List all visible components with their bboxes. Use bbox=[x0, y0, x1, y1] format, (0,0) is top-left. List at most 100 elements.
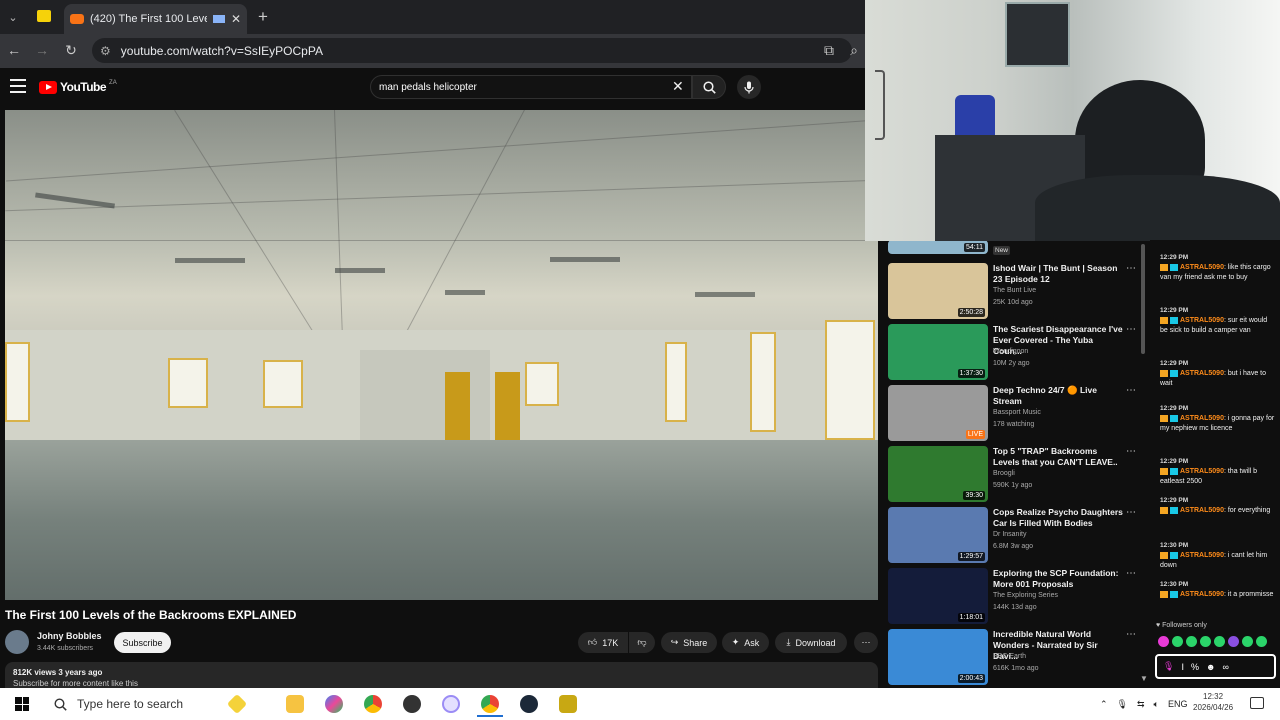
emote-icon[interactable] bbox=[1158, 636, 1169, 647]
recommendation-channel[interactable]: Wendigoon bbox=[993, 348, 1028, 355]
video-thumbnail[interactable]: 1:29:57 bbox=[888, 507, 988, 563]
recommendation-channel[interactable]: Dr Insanity bbox=[993, 531, 1026, 538]
reload-icon[interactable]: ↻ bbox=[62, 41, 80, 59]
app-icon[interactable] bbox=[442, 695, 460, 713]
emoji-icon[interactable]: ☻ bbox=[1206, 662, 1215, 672]
video-thumbnail[interactable]: 39:30 bbox=[888, 446, 988, 502]
recommendation-title[interactable]: Ishod Wair | The Bunt | Season 23 Episod… bbox=[993, 263, 1123, 285]
text-cursor-icon[interactable]: I bbox=[1181, 662, 1184, 672]
chat-username[interactable]: ASTRAL5090 bbox=[1180, 468, 1224, 475]
recommendations-scrollbar[interactable] bbox=[1141, 244, 1145, 354]
chat-username[interactable]: ASTRAL5090 bbox=[1180, 591, 1224, 598]
recommendation-item[interactable]: 2:50:28 Ishod Wair | The Bunt | Season 23… bbox=[888, 263, 1150, 319]
channel-avatar[interactable] bbox=[5, 630, 29, 654]
video-thumbnail[interactable]: LIVE bbox=[888, 385, 988, 441]
recommendation-item[interactable]: 1:18:01 Exploring the SCP Foundation: Mor… bbox=[888, 568, 1150, 624]
network-icon[interactable]: ⇆ bbox=[1137, 699, 1145, 710]
channel-name[interactable]: Johny Bobbles bbox=[37, 631, 102, 641]
recommendation-title[interactable]: Exploring the SCP Foundation: More 001 P… bbox=[993, 568, 1123, 590]
steam-icon[interactable] bbox=[520, 695, 538, 713]
more-actions-button[interactable]: ⋯ bbox=[854, 632, 878, 653]
game-app-icon[interactable] bbox=[559, 695, 577, 713]
more-vertical-icon[interactable]: ⋯ bbox=[1126, 568, 1136, 579]
recommendation-item[interactable]: 1:37:30 The Scariest Disappearance I've E… bbox=[888, 324, 1150, 380]
video-thumbnail[interactable]: 54:11 bbox=[888, 240, 988, 254]
ask-button[interactable]: ✦ Ask bbox=[722, 632, 769, 653]
language-indicator[interactable]: ENG bbox=[1168, 699, 1188, 709]
voice-search-button[interactable] bbox=[737, 75, 761, 99]
recommendation-title[interactable]: Deep Techno 24/7 🟠 Live Stream bbox=[993, 385, 1123, 407]
emote-icon[interactable] bbox=[1186, 636, 1197, 647]
share-button[interactable]: ↪ Share bbox=[661, 632, 717, 653]
chevron-up-icon[interactable]: ⌃ bbox=[1100, 699, 1108, 710]
chat-input-bar[interactable]: 🎙︎ I % ☻ ∞ bbox=[1155, 654, 1276, 679]
clear-search-icon[interactable]: ✕ bbox=[672, 78, 684, 95]
address-bar[interactable]: ⚙ youtube.com/watch?v=SsIEyPOCpPA bbox=[92, 38, 852, 63]
microphone-icon[interactable]: 🎙︎ bbox=[1163, 661, 1174, 672]
chat-username[interactable]: ASTRAL5090 bbox=[1180, 370, 1224, 377]
recommendation-item[interactable]: 39:30 Top 5 "TRAP" Backrooms Levels that … bbox=[888, 446, 1150, 502]
more-vertical-icon[interactable]: ⋯ bbox=[1126, 263, 1136, 274]
emote-icon[interactable] bbox=[1200, 636, 1211, 647]
more-vertical-icon[interactable]: ⋯ bbox=[1126, 324, 1136, 335]
file-explorer-icon[interactable] bbox=[286, 695, 304, 713]
menu-hamburger-icon[interactable] bbox=[10, 79, 26, 93]
new-tab-button[interactable]: + bbox=[258, 7, 268, 27]
chat-username[interactable]: ASTRAL5090 bbox=[1180, 507, 1224, 514]
recommendation-channel[interactable]: Broogli bbox=[993, 470, 1015, 477]
active-tab[interactable]: (420) The First 100 Levels of ✕ bbox=[64, 4, 247, 34]
chat-username[interactable]: ASTRAL5090 bbox=[1180, 415, 1224, 422]
subscribe-button[interactable]: Subscribe bbox=[114, 632, 171, 653]
search-button[interactable] bbox=[692, 75, 726, 99]
emote-icon[interactable] bbox=[1228, 636, 1239, 647]
recommendation-item[interactable]: LIVE Deep Techno 24/7 🟠 Live Stream Basspo… bbox=[888, 385, 1150, 441]
chrome-profile-icon[interactable] bbox=[481, 695, 499, 713]
emote-icon[interactable] bbox=[1242, 636, 1253, 647]
volume-icon[interactable]: 🔈︎ bbox=[1154, 699, 1159, 710]
video-thumbnail[interactable]: 2:50:28 bbox=[888, 263, 988, 319]
chat-username[interactable]: ASTRAL5090 bbox=[1180, 264, 1224, 271]
microphone-icon[interactable]: 🎙︎ bbox=[1117, 699, 1128, 710]
chat-username[interactable]: ASTRAL5090 bbox=[1180, 552, 1224, 559]
forward-arrow-icon[interactable]: → bbox=[33, 41, 51, 59]
tab-search-chevron-icon[interactable]: ⌄ bbox=[4, 8, 22, 26]
youtube-logo[interactable]: YouTube ZA bbox=[39, 80, 117, 94]
back-arrow-icon[interactable]: ← bbox=[5, 41, 23, 59]
translate-icon[interactable]: % bbox=[1191, 662, 1199, 672]
recommendation-channel[interactable]: The Exploring Series bbox=[993, 592, 1058, 599]
more-vertical-icon[interactable]: ⋯ bbox=[1126, 385, 1136, 396]
recommendation-channel[interactable]: BBC Earth bbox=[993, 653, 1026, 660]
more-vertical-icon[interactable]: ⋯ bbox=[1126, 629, 1136, 640]
description-box[interactable]: 812K views 3 years ago Subscribe for mor… bbox=[5, 662, 878, 688]
install-app-icon[interactable]: ⧉ bbox=[820, 41, 838, 59]
emote-icon[interactable] bbox=[1214, 636, 1225, 647]
dislike-button[interactable]: 👎︎ bbox=[629, 632, 655, 653]
download-button[interactable]: ⤓ Download bbox=[775, 632, 847, 653]
recommendation-title[interactable]: Top 5 "TRAP" Backrooms Levels that you C… bbox=[993, 446, 1123, 468]
chrome-icon[interactable] bbox=[364, 695, 382, 713]
video-player[interactable] bbox=[5, 110, 878, 600]
recommendation-item[interactable]: 54:11 New bbox=[888, 240, 1150, 256]
obs-icon[interactable] bbox=[403, 695, 421, 713]
tab-group-icon[interactable] bbox=[37, 10, 51, 22]
search-input[interactable]: man pedals helicopter bbox=[370, 75, 692, 99]
video-thumbnail[interactable]: 1:18:01 bbox=[888, 568, 988, 624]
windows-start-icon[interactable] bbox=[15, 697, 29, 711]
more-vertical-icon[interactable]: ⋯ bbox=[1126, 507, 1136, 518]
recommendation-channel[interactable]: Bassport Music bbox=[993, 409, 1041, 416]
like-button[interactable]: 👍︎ 17K bbox=[578, 632, 628, 653]
recommendation-title[interactable]: Cops Realize Psycho Daughters Car Is Fil… bbox=[993, 507, 1123, 529]
emote-icon[interactable] bbox=[1256, 636, 1267, 647]
recommendation-item[interactable]: 2:00:43 Incredible Natural World Wonders … bbox=[888, 629, 1150, 685]
zoom-icon[interactable]: ⌕ bbox=[845, 41, 863, 59]
emote-icon[interactable] bbox=[1172, 636, 1183, 647]
scroll-down-chevron-icon[interactable]: ▼ bbox=[1140, 674, 1148, 683]
recommendation-channel[interactable]: The Bunt Live bbox=[993, 287, 1036, 294]
taskbar-clock[interactable]: 12:32 2026/04/26 bbox=[1193, 691, 1233, 713]
site-settings-icon[interactable]: ⚙ bbox=[100, 44, 111, 58]
tab-close-icon[interactable]: ✕ bbox=[231, 12, 241, 26]
recommendation-item[interactable]: 1:29:57 Cops Realize Psycho Daughters Car… bbox=[888, 507, 1150, 563]
chat-username[interactable]: ASTRAL5090 bbox=[1180, 317, 1224, 324]
more-tools-icon[interactable]: ∞ bbox=[1222, 662, 1228, 672]
video-thumbnail[interactable]: 1:37:30 bbox=[888, 324, 988, 380]
